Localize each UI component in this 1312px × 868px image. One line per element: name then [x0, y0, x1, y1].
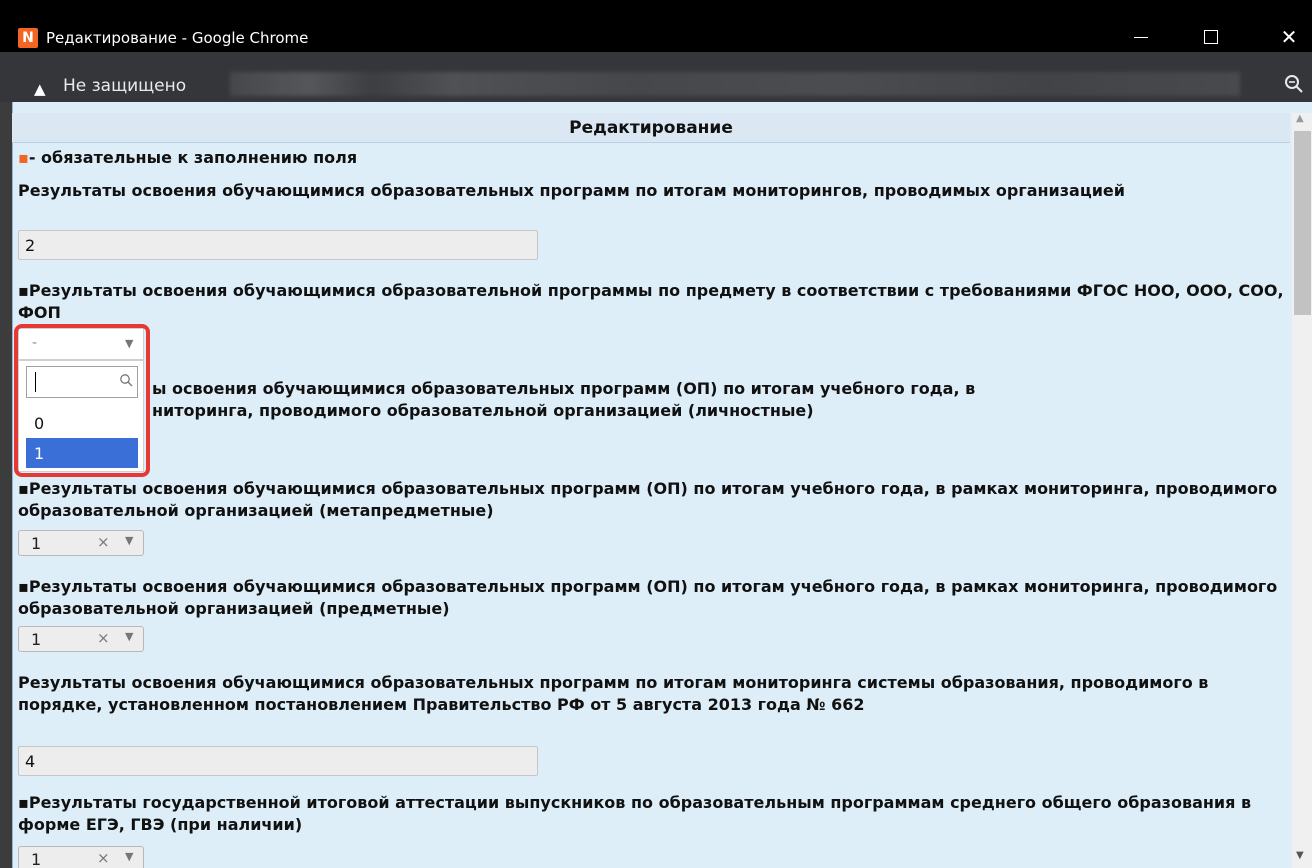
field-label-gia-results: ▪Результаты государственной итоговой атт…: [18, 793, 1252, 834]
select-value: 1: [31, 850, 42, 868]
field-label-personal-results: ы освоения обучающимися образовательных …: [152, 379, 976, 398]
select-value: 1: [31, 630, 42, 649]
scrollbar-thumb[interactable]: [1294, 131, 1311, 315]
scroll-down-icon[interactable]: ▼: [1296, 850, 1304, 861]
window-title: Редактирование - Google Chrome: [46, 29, 309, 47]
background-window-strip: [0, 102, 12, 868]
annotation-highlight: [14, 324, 150, 477]
field-select-metasubject-results[interactable]: 1 × ▼: [18, 530, 144, 556]
required-note: ▪- обязательные к заполнению поля: [18, 148, 357, 167]
clear-icon[interactable]: ×: [97, 629, 110, 647]
required-note-text: - обязательные к заполнению поля: [28, 148, 358, 167]
field-label-monitoring-results: Результаты освоения обучающимися образов…: [18, 181, 1125, 200]
scroll-up-icon[interactable]: ▲: [1296, 113, 1304, 124]
url-field[interactable]: [230, 72, 1240, 96]
app-icon: N: [18, 28, 38, 48]
field-input-monitoring-results[interactable]: 2: [18, 230, 538, 260]
clear-icon[interactable]: ×: [97, 849, 110, 867]
minimize-button[interactable]: [1118, 22, 1164, 52]
field-label-system-monitoring-results: Результаты освоения обучающимися образов…: [18, 673, 1209, 714]
field-label-fgos-results: ▪Результаты освоения обучающимися образо…: [18, 281, 1284, 322]
required-marker-icon: ▪: [18, 148, 29, 167]
maximize-button[interactable]: [1188, 22, 1234, 52]
dialog-title: Редактирование: [12, 113, 1290, 143]
field-label-subject-results: ▪Результаты освоения обучающимися образо…: [18, 577, 1278, 618]
minimize-icon: [1134, 36, 1148, 38]
clear-icon[interactable]: ×: [97, 533, 110, 551]
field-input-system-monitoring-results[interactable]: 4: [18, 746, 538, 776]
select-value: 1: [31, 534, 42, 553]
chevron-down-icon[interactable]: ▼: [125, 534, 133, 547]
field-label-metasubject-results: ▪Результаты освоения обучающимися образо…: [18, 479, 1278, 520]
chevron-down-icon[interactable]: ▼: [125, 850, 133, 863]
field-select-subject-results[interactable]: 1 × ▼: [18, 626, 144, 652]
warning-icon: ▲: [34, 80, 46, 98]
field-label-personal-results-line2: ниторинга, проводимого образовательной о…: [152, 401, 814, 420]
close-button[interactable]: ✕: [1266, 22, 1312, 52]
chevron-down-icon[interactable]: ▼: [125, 630, 133, 643]
close-icon: ✕: [1280, 25, 1298, 49]
maximize-icon: [1204, 30, 1218, 44]
security-status[interactable]: Не защищено: [63, 76, 186, 96]
field-select-gia-results[interactable]: 1 × ▼: [18, 846, 144, 868]
zoom-icon[interactable]: [1283, 73, 1305, 95]
